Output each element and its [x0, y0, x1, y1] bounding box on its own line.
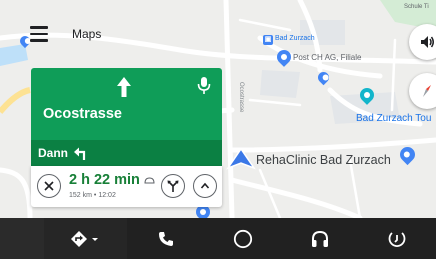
bottom-app-bar — [0, 218, 436, 259]
android-auto-screen: Schule Ti ▣ Bad Zurzach Post CH AG, Fili… — [0, 0, 436, 259]
phone-icon — [158, 231, 173, 246]
expand-button[interactable] — [193, 174, 217, 198]
chevron-up-icon — [200, 182, 210, 189]
navigation-app-button[interactable] — [44, 218, 127, 259]
next-maneuver-bar: Dann — [31, 140, 222, 166]
microphone-icon[interactable] — [197, 76, 211, 96]
home-button[interactable] — [204, 218, 281, 259]
fork-icon — [167, 180, 179, 192]
eta-duration: 2 h 22 min — [69, 172, 140, 188]
top-app-bar: Maps — [30, 18, 170, 50]
close-icon — [44, 181, 54, 191]
map-label-schule: Schule Ti — [404, 4, 429, 10]
notification-bell-icon — [388, 231, 406, 247]
hamburger-icon[interactable] — [30, 20, 58, 48]
traffic-icon — [144, 177, 155, 184]
then-label: Dann — [38, 146, 68, 160]
navigation-card[interactable]: Ocostrasse Dann — [31, 68, 222, 166]
audio-button[interactable] — [282, 218, 359, 259]
trip-summary-card: 2 h 22 min 152 km • 12:02 — [31, 166, 222, 207]
map-road-label: Ocostrasse — [238, 82, 244, 113]
headphones-icon — [312, 230, 329, 247]
navigation-icon — [70, 230, 98, 247]
map-label-bad-zurzach-station: Bad Zurzach — [275, 35, 315, 42]
compass-icon — [423, 85, 431, 97]
app-title: Maps — [72, 27, 102, 41]
alternate-routes-button[interactable] — [161, 174, 185, 198]
notifications-button[interactable] — [359, 218, 436, 259]
trip-details: 152 km • 12:02 — [69, 192, 116, 199]
map-label-rehaclinic: RehaClinic Bad Zurzach — [256, 153, 391, 167]
map-label-post: Post CH AG, Filiale — [293, 53, 362, 62]
arrow-up-icon — [117, 77, 131, 97]
turn-left-icon — [74, 147, 86, 160]
map-label-bad-zurzach-tou: Bad Zurzach Tou — [356, 113, 432, 124]
phone-button[interactable] — [127, 218, 204, 259]
arrival-time: 12:02 — [98, 192, 116, 199]
volume-icon — [421, 36, 434, 48]
current-street-name: Ocostrasse — [43, 106, 122, 122]
current-location-arrow-icon — [226, 148, 256, 170]
train-station-icon: ▣ — [263, 35, 273, 45]
bottom-bar-spacer — [0, 218, 44, 259]
trip-separator: • — [93, 192, 97, 199]
trip-distance: 152 km — [69, 192, 92, 199]
close-navigation-button[interactable] — [37, 174, 61, 198]
home-circle-icon — [233, 229, 252, 248]
